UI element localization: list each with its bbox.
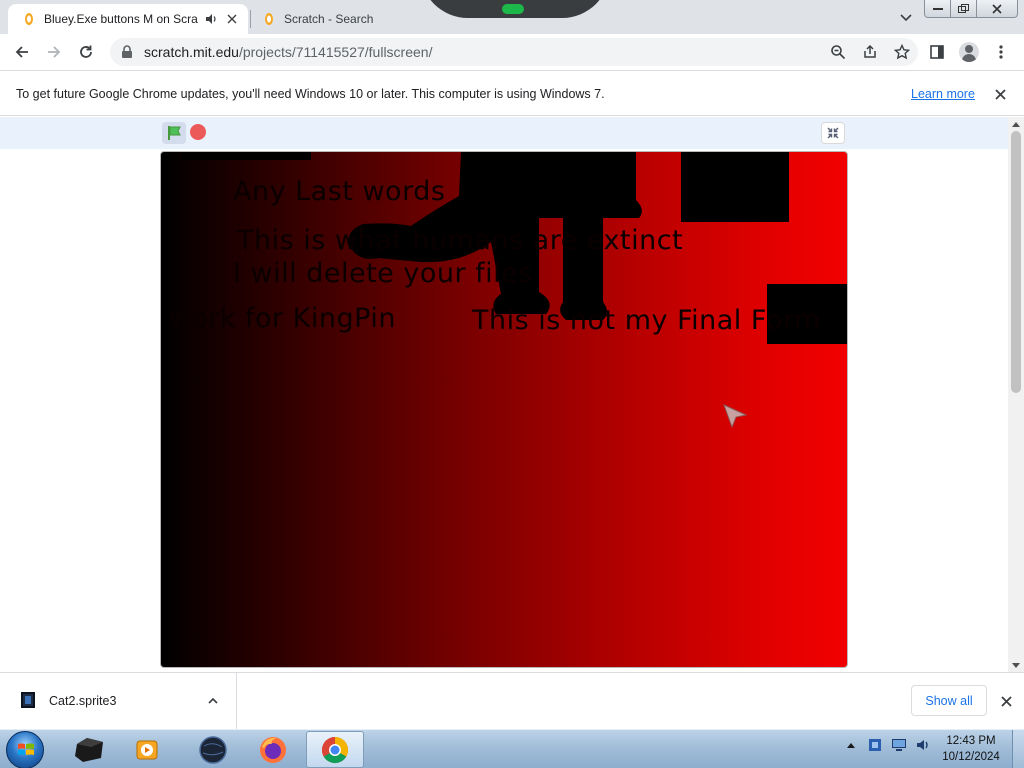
scratch-favicon-icon [265,13,273,25]
unfullscreen-icon [827,127,839,139]
url-host: scratch.mit.edu [144,44,239,60]
tab-title: Bluey.Exe buttons M on Scra [44,12,198,26]
restore-button[interactable] [951,0,977,17]
system-tray [842,736,932,754]
tab-strip: Bluey.Exe buttons M on Scra Scratch - Se… [0,0,1024,34]
page-content: Any Last words This is what humans are e… [0,117,1008,672]
clock-time: 12:43 PM [946,735,996,747]
green-flag-icon [168,126,181,140]
url-path: /projects/711415527/fullscreen/ [238,44,433,60]
stage-text-kingpin: I work for KingPin [160,303,396,334]
share-icon[interactable] [860,42,880,62]
page-scrollbar[interactable] [1008,117,1024,672]
dark-globe-icon [199,735,227,764]
scrollbar-thumb[interactable] [1011,131,1021,393]
zoom-icon[interactable] [828,42,848,62]
green-flag-button[interactable] [162,122,186,144]
download-shelf: Cat2.sprite3 Show all [0,672,1024,729]
stage-text-final-form: This is not my Final Form [472,305,821,336]
show-desktop-button[interactable] [1012,730,1024,768]
update-infobar: To get future Google Chrome updates, you… [0,72,1024,116]
side-panel-icon[interactable] [926,41,948,63]
taskbar-app-firefox[interactable] [244,731,302,768]
tab-scratch-search[interactable]: Scratch - Search [252,4,452,34]
firefox-icon [260,736,286,763]
clock-date: 10/12/2024 [942,751,1000,763]
volume-icon[interactable] [914,736,932,754]
close-window-button[interactable] [977,0,1017,17]
close-tab-icon[interactable] [224,11,240,27]
black-box-app-icon [75,737,103,762]
stage-text-delete-files: I will delete your files [233,258,533,289]
windows-taskbar: 12:43 PM 10/12/2024 [0,729,1024,768]
browser-toolbar: scratch.mit.edu/projects/711415527/fulls… [0,34,1024,71]
back-arrow-icon[interactable] [10,40,34,64]
taskbar-app-media-app[interactable] [60,731,118,768]
stage-shape [181,152,311,160]
webcam-led [502,4,524,14]
chevron-up-icon[interactable] [205,693,221,709]
speaker-icon[interactable] [204,12,218,26]
project-stage[interactable]: Any Last words This is what humans are e… [160,151,848,668]
forward-arrow-icon[interactable] [42,40,66,64]
close-download-shelf-icon[interactable] [998,693,1014,709]
download-filename: Cat2.sprite3 [49,694,117,708]
scroll-down-icon[interactable] [1008,658,1024,672]
minimize-button[interactable] [925,0,951,17]
scroll-up-icon[interactable] [1008,117,1024,131]
taskbar-app-globe[interactable] [184,731,242,768]
stop-button[interactable] [190,124,206,140]
tray-shield-icon[interactable] [866,736,884,754]
scratch-favicon-icon [25,13,33,25]
learn-more-link[interactable]: Learn more [911,87,975,101]
exit-fullscreen-button[interactable] [821,122,845,144]
stage-text-any-last-words: Any Last words [233,176,446,207]
close-infobar-icon[interactable] [992,86,1008,102]
infobar-message: To get future Google Chrome updates, you… [16,87,605,101]
address-bar[interactable]: scratch.mit.edu/projects/711415527/fulls… [110,38,918,66]
show-all-button[interactable]: Show all [911,685,987,716]
start-button[interactable] [6,731,44,768]
window-controls [924,0,1018,18]
address-bar-actions [828,42,912,62]
media-player-icon [136,740,158,759]
tab-bluey-exe[interactable]: Bluey.Exe buttons M on Scra [8,4,248,34]
tab-title: Scratch - Search [284,12,374,26]
tab-separator [250,10,251,28]
reload-icon[interactable] [74,40,98,64]
stage-shape [681,152,789,222]
tray-expand-icon[interactable] [842,736,860,754]
url-text: scratch.mit.edu/projects/711415527/fulls… [144,44,432,60]
download-item[interactable]: Cat2.sprite3 [0,673,237,729]
arrow-cursor-sprite-icon [723,404,748,429]
network-icon[interactable] [890,736,908,754]
stage-text-humans-extinct: This is what humans are extinct [237,225,684,256]
tab-search-chevron-icon[interactable] [896,8,916,28]
lock-icon[interactable] [120,45,134,59]
taskbar-app-chrome[interactable] [306,731,364,768]
stage-controls-bar [0,117,1008,149]
menu-kebab-icon[interactable] [990,41,1012,63]
chrome-icon [321,736,349,763]
profile-avatar-icon[interactable] [958,41,980,63]
sprite-file-icon [21,692,35,708]
windows-logo-icon [18,743,34,755]
bookmark-star-icon[interactable] [892,42,912,62]
taskbar-app-media-player[interactable] [118,731,176,768]
taskbar-clock[interactable]: 12:43 PM 10/12/2024 [936,733,1006,765]
